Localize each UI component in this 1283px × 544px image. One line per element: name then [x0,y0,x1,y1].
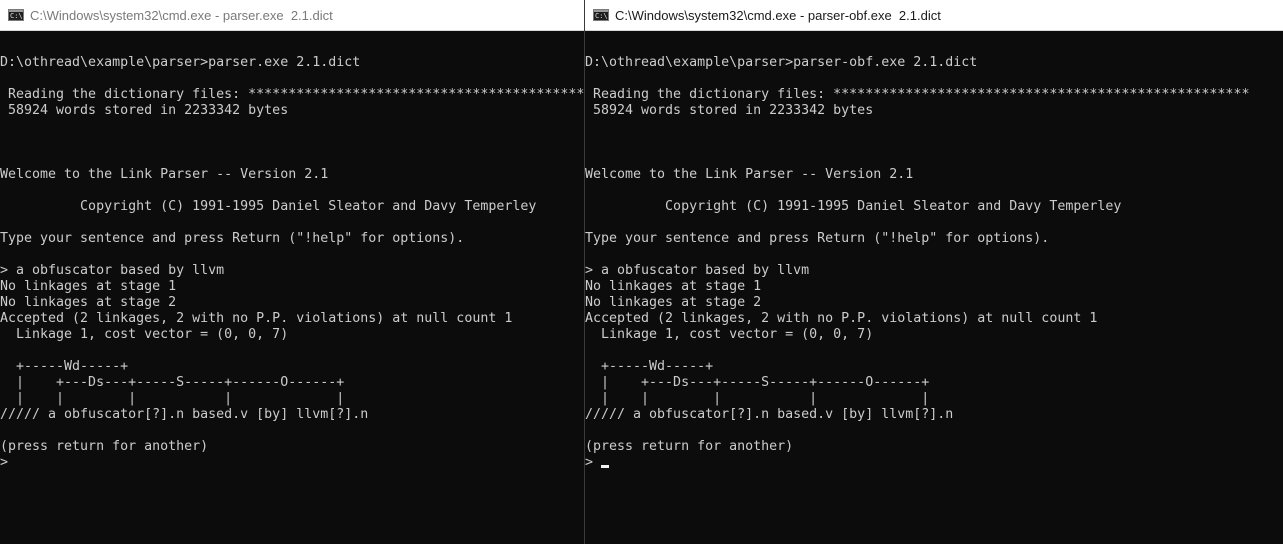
text-cursor [601,465,610,468]
console-line: Accepted (2 linkages, 2 with no P.P. vio… [585,311,1098,326]
console-line: 58924 words stored in 2233342 bytes [585,103,874,118]
console-prompt: > [585,455,594,470]
linkage-diagram-line: | | | | | [585,391,930,406]
console-prompt[interactable]: > [0,455,584,471]
linkage-diagram-line: +-----Wd-----+ [0,359,129,374]
console-line: D:\othread\example\parser>parser.exe 2.1… [0,55,361,70]
console-line: Type your sentence and press Return ("!h… [0,231,465,246]
console-line: Reading the dictionary files: **********… [8,87,584,102]
cmd-window-parser[interactable]: C:\Windows\system32\cmd.exe - parser.exe… [0,0,585,544]
window-title: C:\Windows\system32\cmd.exe - parser-obf… [615,7,941,23]
console-line: D:\othread\example\parser>parser-obf.exe… [585,55,978,70]
console-output[interactable]: D:\othread\example\parser>parser.exe 2.1… [0,31,584,544]
console-line: Welcome to the Link Parser -- Version 2.… [585,167,914,182]
window-title: C:\Windows\system32\cmd.exe - parser.exe… [30,7,333,23]
console-line: Linkage 1, cost vector = (0, 0, 7) [585,327,874,342]
console-line: Accepted (2 linkages, 2 with no P.P. vio… [0,311,513,326]
linkage-diagram-line: | +---Ds---+-----S-----+------O------+ [585,375,930,390]
cmd-icon [8,9,24,21]
console-output[interactable]: D:\othread\example\parser>parser-obf.exe… [585,31,1283,544]
console-line: Linkage 1, cost vector = (0, 0, 7) [0,327,289,342]
console-line: Copyright (C) 1991-1995 Daniel Sleator a… [585,199,1122,214]
cmd-window-parser-obf[interactable]: C:\Windows\system32\cmd.exe - parser-obf… [585,0,1283,544]
console-line: Copyright (C) 1991-1995 Daniel Sleator a… [0,199,537,214]
title-bar[interactable]: C:\Windows\system32\cmd.exe - parser.exe… [0,0,584,31]
linkage-diagram-line: ///// a obfuscator[?].n based.v [by] llv… [585,407,954,422]
cmd-icon [593,9,609,21]
console-line: Type your sentence and press Return ("!h… [585,231,1050,246]
linkage-diagram-line: ///// a obfuscator[?].n based.v [by] llv… [0,407,369,422]
console-line: > a obfuscator based by llvm [585,263,810,278]
console-line: No linkages at stage 1 [585,279,762,294]
console-line: No linkages at stage 2 [0,295,177,310]
title-bar[interactable]: C:\Windows\system32\cmd.exe - parser-obf… [585,0,1283,31]
console-line: No linkages at stage 2 [585,295,762,310]
console-line: 58924 words stored in 2233342 bytes [0,103,289,118]
linkage-diagram-line: | +---Ds---+-----S-----+------O------+ [0,375,345,390]
linkage-diagram-line: +-----Wd-----+ [585,359,714,374]
console-line: Reading the dictionary files: **********… [585,87,1250,102]
console-line: > a obfuscator based by llvm [0,263,225,278]
linkage-diagram-line: | | | | | [0,391,345,406]
console-line: Welcome to the Link Parser -- Version 2.… [0,167,329,182]
console-line: (press return for another) [585,439,794,454]
console-line: (press return for another) [0,439,209,454]
console-prompt-line[interactable]: > [585,455,1283,471]
desktop: C:\Windows\system32\cmd.exe - parser.exe… [0,0,1283,544]
console-line: No linkages at stage 1 [0,279,177,294]
